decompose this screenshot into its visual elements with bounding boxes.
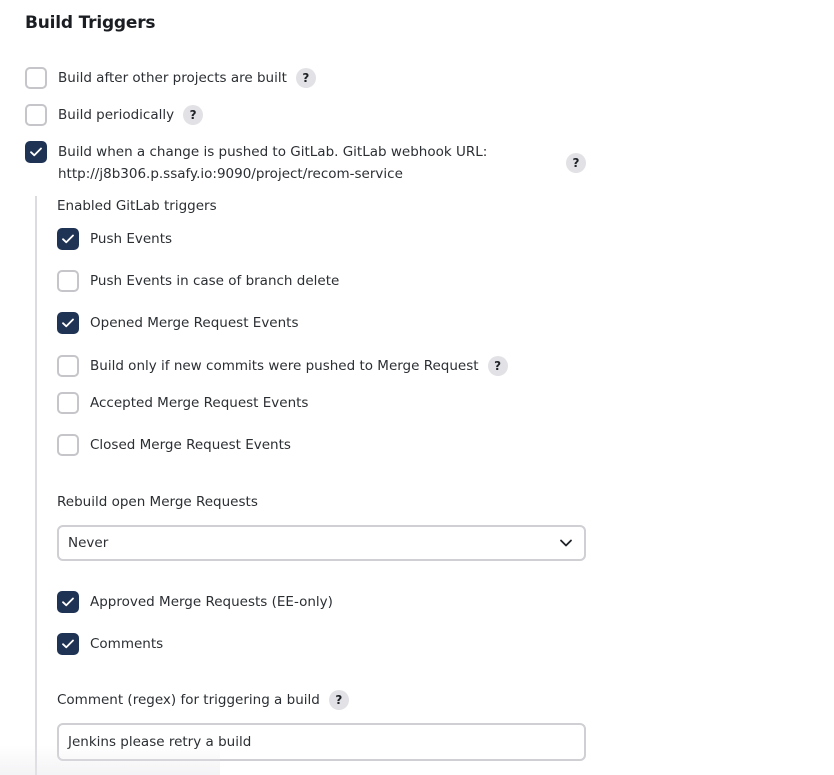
build-periodically-checkbox[interactable]: [25, 104, 47, 126]
comments-checkbox[interactable]: [57, 633, 79, 655]
closed-mr-label: Closed Merge Request Events: [90, 437, 291, 453]
approved-mr-label: Approved Merge Requests (EE-only): [90, 594, 333, 610]
help-icon[interactable]: ?: [566, 153, 586, 173]
build-after-other-label: Build after other projects are built: [58, 70, 287, 86]
push-events-label: Push Events: [90, 231, 173, 247]
check-icon: [62, 639, 74, 649]
option-push-branch-delete: Push Events in case of branch delete: [57, 270, 339, 292]
rebuild-open-mr-select[interactable]: Never: [57, 525, 586, 561]
approved-mr-checkbox[interactable]: [57, 591, 79, 613]
section-indent-line: [35, 196, 37, 775]
check-icon: [62, 597, 74, 607]
option-opened-mr: Opened Merge Request Events: [57, 312, 299, 334]
trigger-build-after-other: Build after other projects are built ?: [25, 67, 316, 89]
build-periodically-label: Build periodically: [58, 107, 175, 123]
help-icon[interactable]: ?: [183, 105, 204, 125]
accepted-mr-label: Accepted Merge Request Events: [90, 395, 309, 411]
check-icon: [30, 147, 42, 157]
rebuild-open-mr-label: Rebuild open Merge Requests: [57, 494, 258, 510]
push-branch-delete-label: Push Events in case of branch delete: [90, 273, 340, 289]
accepted-mr-checkbox[interactable]: [57, 392, 79, 414]
comment-regex-input[interactable]: Jenkins please retry a build: [57, 723, 586, 761]
push-events-checkbox[interactable]: [57, 228, 79, 250]
gitlab-trigger-checkbox[interactable]: [25, 141, 47, 163]
check-icon: [62, 234, 74, 244]
help-icon[interactable]: ?: [328, 690, 349, 710]
section-title: Build Triggers: [25, 13, 156, 33]
trigger-gitlab: Build when a change is pushed to GitLab.…: [25, 141, 487, 185]
opened-mr-checkbox[interactable]: [57, 312, 79, 334]
help-icon[interactable]: ?: [487, 356, 508, 376]
chevron-down-icon: [560, 539, 572, 547]
build-only-new-commits-label: Build only if new commits were pushed to…: [90, 358, 479, 374]
comment-regex-label: Comment (regex) for triggering a build: [57, 692, 320, 708]
gitlab-trigger-label: Build when a change is pushed to GitLab.…: [58, 141, 487, 185]
rebuild-open-mr-value: Never: [68, 535, 109, 551]
opened-mr-label: Opened Merge Request Events: [90, 315, 299, 331]
check-icon: [62, 318, 74, 328]
option-accepted-mr: Accepted Merge Request Events: [57, 392, 308, 414]
push-branch-delete-checkbox[interactable]: [57, 270, 79, 292]
build-after-other-checkbox[interactable]: [25, 67, 47, 89]
trigger-build-periodically: Build periodically ?: [25, 104, 204, 126]
option-comments: Comments: [57, 633, 163, 655]
build-only-new-commits-checkbox[interactable]: [57, 355, 79, 377]
comments-label: Comments: [90, 636, 164, 652]
help-icon[interactable]: ?: [295, 68, 316, 88]
option-build-only-new-commits: Build only if new commits were pushed to…: [57, 355, 508, 377]
closed-mr-checkbox[interactable]: [57, 434, 79, 456]
enabled-gitlab-triggers-label: Enabled GitLab triggers: [57, 198, 217, 214]
gitlab-trigger-label-line1: Build when a change is pushed to GitLab.…: [58, 144, 488, 160]
option-closed-mr: Closed Merge Request Events: [57, 434, 291, 456]
option-push-events: Push Events: [57, 228, 172, 250]
option-approved-mr: Approved Merge Requests (EE-only): [57, 591, 333, 613]
comment-regex-header: Comment (regex) for triggering a build ?: [57, 690, 349, 710]
gitlab-webhook-url: http://j8b306.p.ssafy.io:9090/project/re…: [58, 166, 403, 182]
